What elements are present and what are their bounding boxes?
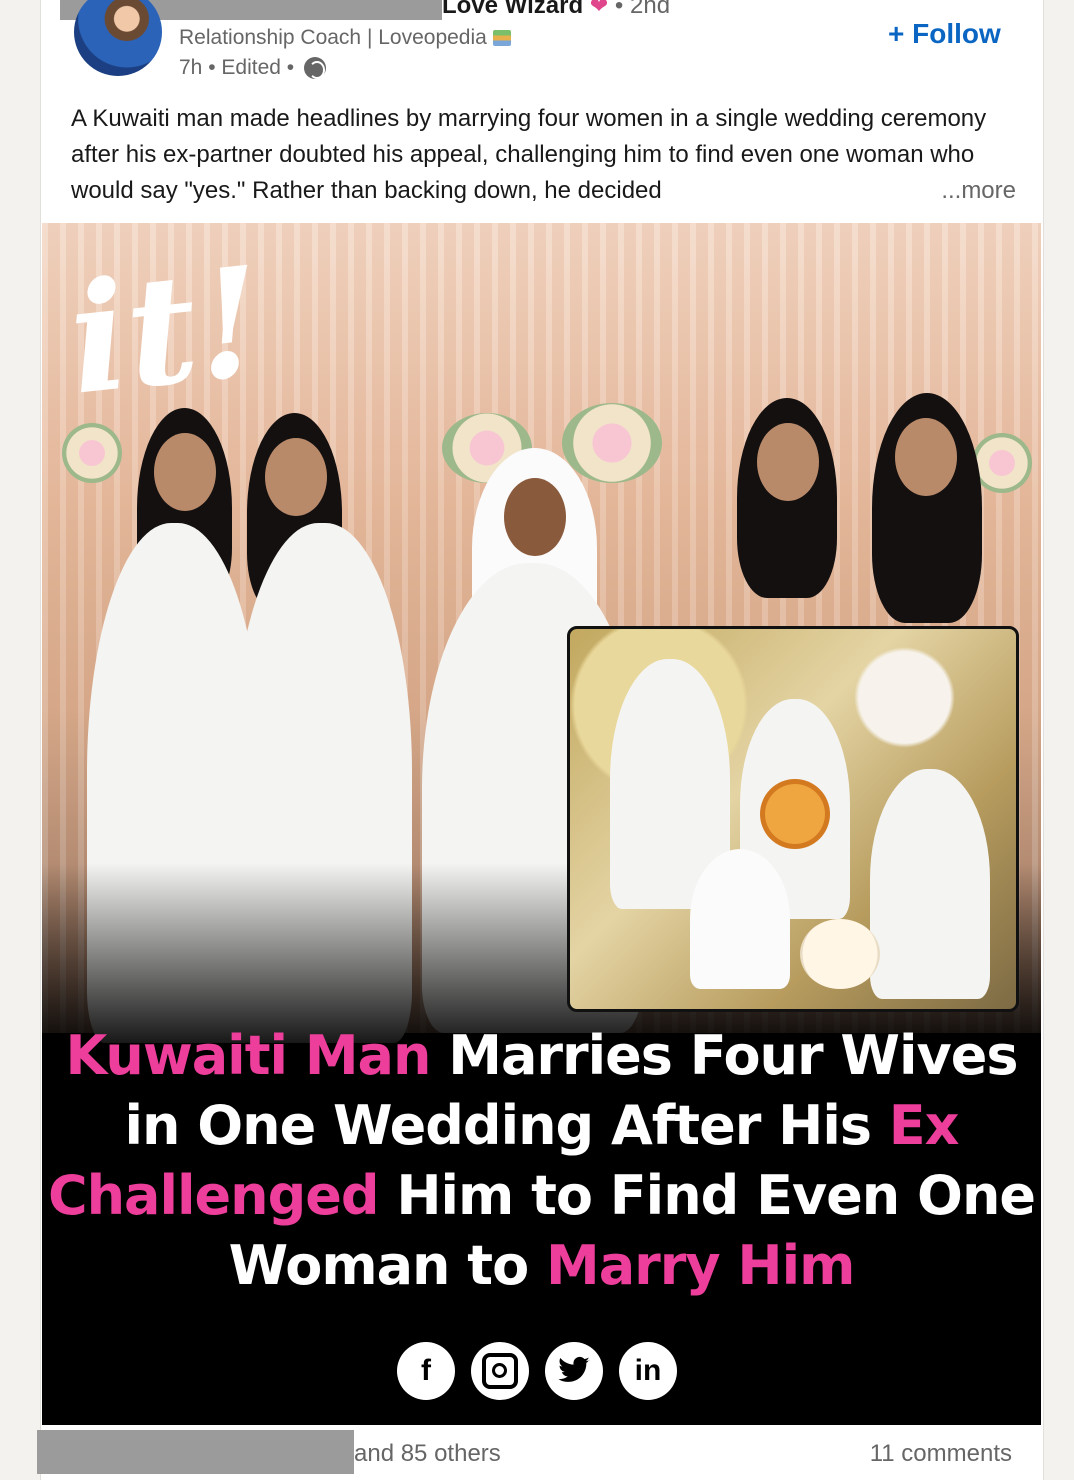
social-icons: f in bbox=[397, 1342, 677, 1400]
image-headline: Kuwaiti Man Marries Four Wives in One We… bbox=[42, 1021, 1041, 1301]
reactions-count[interactable]: and 85 others bbox=[354, 1440, 501, 1468]
bride-figure bbox=[870, 769, 990, 999]
redacted-reactor-names bbox=[37, 1430, 354, 1474]
headline-part: Marry Him bbox=[545, 1234, 855, 1297]
flower-decoration bbox=[972, 433, 1032, 493]
globe-icon bbox=[304, 57, 327, 79]
author-headline: Relationship Coach | Loveopedia bbox=[179, 26, 487, 49]
flower-decoration bbox=[62, 423, 122, 483]
author-headline-line: Relationship Coach | Loveopedia bbox=[179, 26, 511, 50]
post-body: A Kuwaiti man made headlines by marrying… bbox=[71, 101, 1016, 209]
connection-degree: • 2nd bbox=[614, 0, 671, 19]
facebook-icon: f bbox=[397, 1342, 455, 1400]
linkedin-icon: in bbox=[619, 1342, 677, 1400]
person-face bbox=[265, 438, 327, 516]
heart-icon: ❤ bbox=[589, 0, 609, 18]
person-face bbox=[895, 418, 957, 496]
see-more-link[interactable]: ...more bbox=[931, 173, 1016, 209]
instagram-icon bbox=[471, 1342, 529, 1400]
post-timestamp: 7h • Edited • bbox=[179, 56, 295, 79]
books-icon bbox=[492, 30, 511, 47]
comments-count[interactable]: 11 comments bbox=[870, 1440, 1012, 1468]
groom-headdress bbox=[690, 849, 790, 989]
flower-decoration bbox=[562, 403, 662, 483]
post-image[interactable]: it! Kuwaiti Man Marries Four Wives in On… bbox=[42, 223, 1041, 1425]
author-name[interactable]: Love Wizard bbox=[442, 0, 583, 19]
twitter-icon bbox=[545, 1342, 603, 1400]
overlay-text: it! bbox=[61, 233, 271, 429]
person-face bbox=[154, 433, 216, 511]
inset-photo bbox=[567, 626, 1019, 1012]
bouquet bbox=[760, 779, 830, 849]
follow-button[interactable]: + Follow bbox=[888, 18, 1001, 50]
post-meta: 7h • Edited • bbox=[179, 56, 327, 80]
post-body-text: A Kuwaiti man made headlines by marrying… bbox=[71, 105, 987, 204]
person-face bbox=[757, 423, 819, 501]
person-face bbox=[504, 478, 566, 556]
headline-part: Kuwaiti Man bbox=[65, 1024, 432, 1087]
bouquet bbox=[800, 919, 880, 989]
author-name-line[interactable]: Love Wizard ❤ • 2nd bbox=[442, 0, 670, 20]
